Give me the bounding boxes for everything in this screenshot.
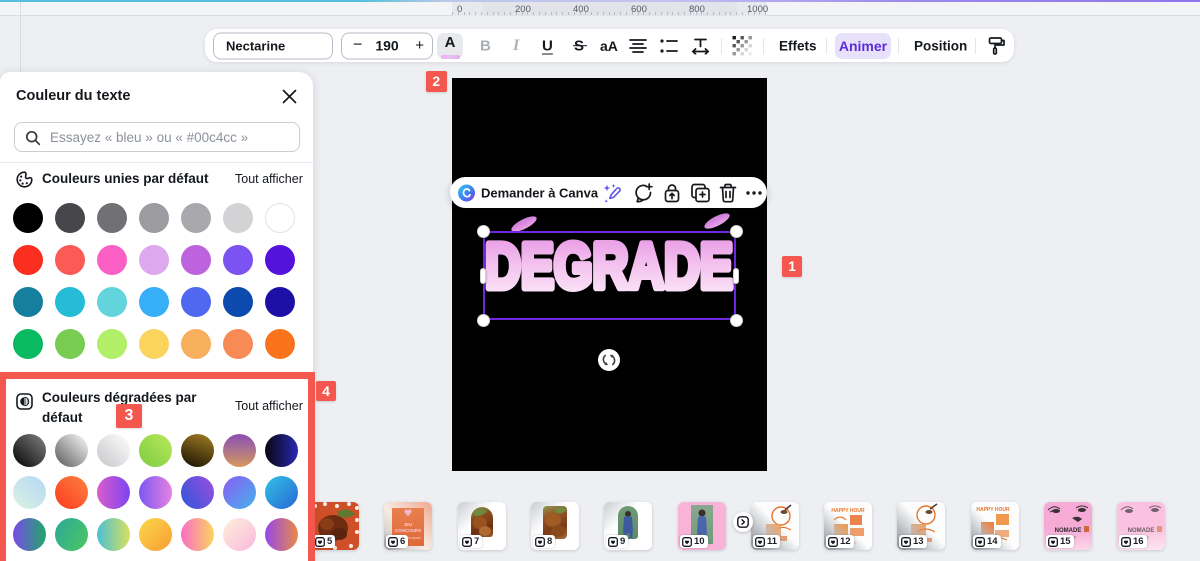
svg-text:CONCOURS: CONCOURS: [395, 528, 421, 533]
svg-text:NOMADE: NOMADE: [1055, 528, 1082, 534]
svg-text:JEU: JEU: [404, 522, 413, 527]
svg-text:NOMADE: NOMADE: [1128, 528, 1155, 534]
